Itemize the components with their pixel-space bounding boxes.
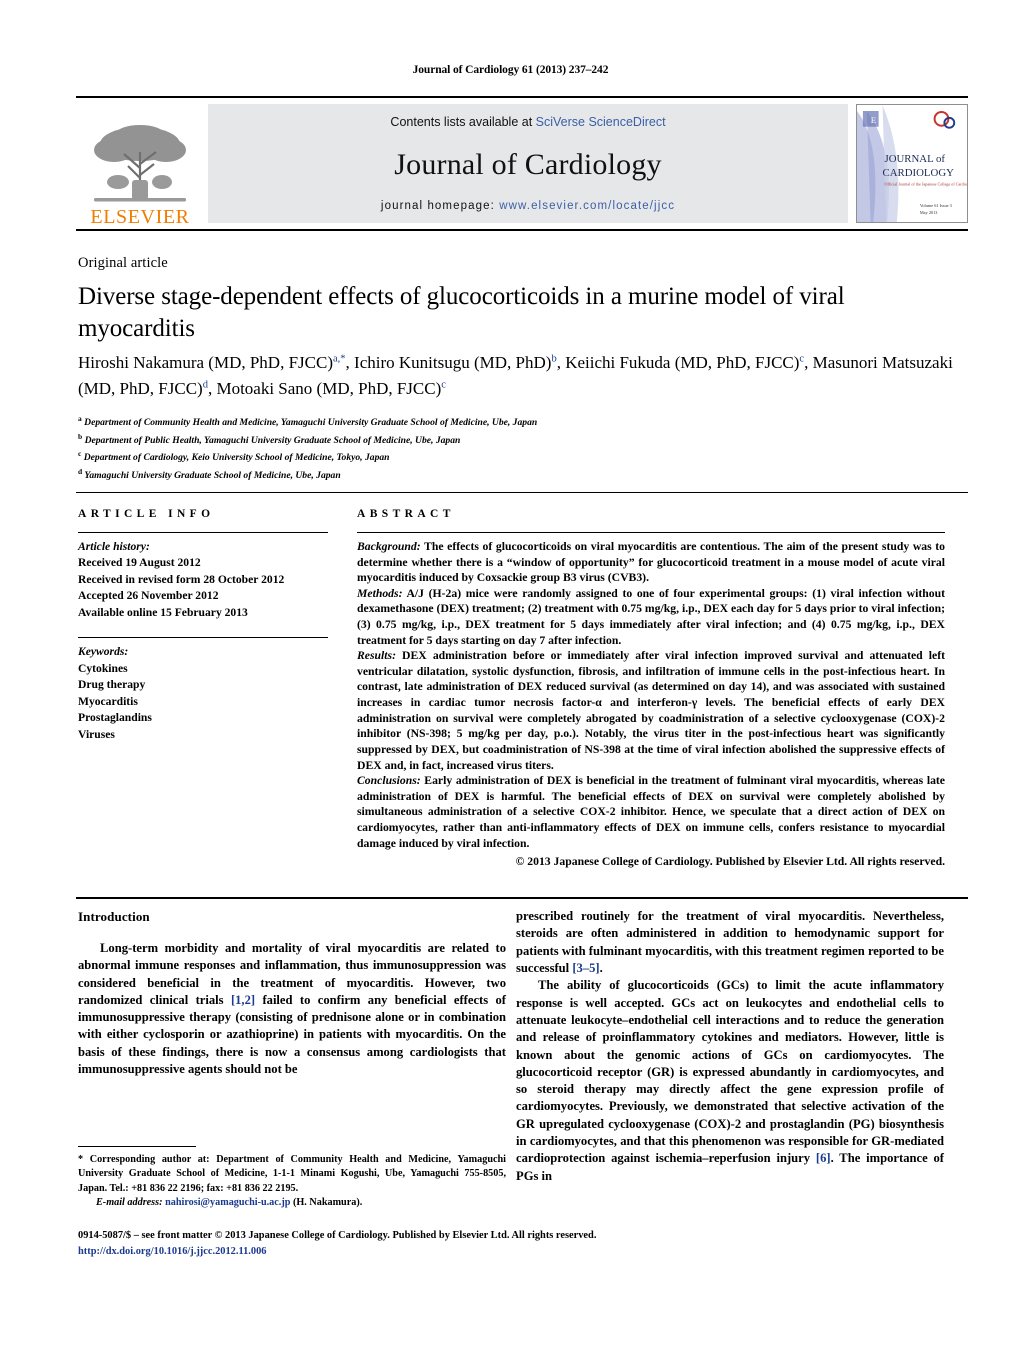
abstract-section: Background: The effects of glucocorticoi… [357, 539, 945, 586]
body-column-left: Introduction Long-term morbidity and mor… [78, 908, 506, 1078]
affiliation-marker: d [78, 467, 83, 477]
body-paragraph: Long-term morbidity and mortality of vir… [78, 940, 507, 1077]
journal-title: Journal of Cardiology [394, 147, 662, 181]
body-paragraph: The ability of glucocorticoids (GCs) to … [516, 978, 944, 1183]
keywords-block: Keywords: Cytokines Drug therapy Myocard… [78, 644, 328, 743]
keyword-item: Cytokines [78, 661, 128, 675]
abstract-section: Results: DEX administration before or im… [357, 648, 945, 773]
affiliation-item: c Department of Cardiology, Keio Univers… [78, 448, 958, 466]
abstract-section-label: Methods: [357, 586, 403, 600]
email-line: E-mail address: nahirosi@yamaguchi-u.ac.… [78, 1196, 506, 1210]
abstract-heading: ABSTRACT [357, 508, 455, 520]
svg-text:E: E [871, 115, 876, 125]
abstract-section-text: A/J (H-2a) mice were randomly assigned t… [357, 586, 945, 647]
homepage-prefix: journal homepage: [380, 200, 500, 212]
info-band-bottom-rule [76, 897, 968, 899]
abstract-copyright: © 2013 Japanese College of Cardiology. P… [515, 855, 945, 869]
affiliation-marker: c [78, 449, 82, 459]
article-history-block: Article history: Received 19 August 2012… [78, 539, 328, 621]
article-info-heading: ARTICLE INFO [78, 508, 215, 520]
history-item: Available online 15 February 2013 [78, 605, 248, 619]
cover-artwork: E JOURNAL of CARDIOLOGY Official Journal… [857, 105, 968, 222]
footnote-rule [78, 1146, 196, 1147]
affiliation-text: Department of Cardiology, Keio Universit… [83, 452, 390, 464]
doi-link[interactable]: http://dx.doi.org/10.1016/j.jjcc.2012.11… [78, 1244, 958, 1260]
history-item: Received in revised form 28 October 2012 [78, 572, 285, 586]
svg-text:Volume 61 Issue 3: Volume 61 Issue 3 [920, 203, 952, 208]
affiliation-item: d Yamaguchi University Graduate School o… [78, 466, 958, 484]
author-list: Hiroshi Nakamura (MD, PhD, FJCC)a,*, Ich… [78, 353, 953, 398]
affiliation-item: b Department of Public Health, Yamaguchi… [78, 431, 958, 449]
elsevier-tree-icon [94, 125, 186, 202]
abstract-section-text: DEX administration before or immediately… [357, 649, 945, 772]
abstract-rule [357, 532, 945, 533]
keyword-item: Myocarditis [78, 694, 138, 708]
abstract-column: ABSTRACT Background: The effects of gluc… [357, 508, 945, 870]
journal-cover-thumbnail: E JOURNAL of CARDIOLOGY Official Journal… [856, 104, 968, 223]
masthead-center: Contents lists available at SciVerse Sci… [208, 104, 848, 223]
keyword-item: Drug therapy [78, 678, 146, 692]
journal-masthead: ELSEVIER Contents lists available at Sci… [76, 96, 968, 231]
article-info-column: ARTICLE INFO Article history: Received 1… [78, 508, 328, 743]
body-column-right: prescribed routinely for the treatment o… [516, 908, 944, 1185]
affiliation-item: a Department of Community Health and Med… [78, 413, 958, 431]
email-link[interactable]: nahirosi@yamaguchi-u.ac.jp [165, 1197, 290, 1208]
keywords-label: Keywords: [78, 645, 129, 659]
affiliation-text: Department of Public Health, Yamaguchi U… [84, 434, 461, 446]
section-heading-introduction: Introduction [78, 909, 150, 924]
abstract-section-text: Early administration of DEX is beneficia… [357, 774, 945, 850]
svg-text:Official Journal of the Japane: Official Journal of the Japanese College… [885, 182, 968, 187]
affiliation-marker: a [78, 414, 82, 423]
svg-text:JOURNAL of: JOURNAL of [885, 153, 946, 165]
imprint-line: 0914-5087/$ – see front matter © 2013 Ja… [78, 1230, 597, 1241]
contents-prefix: Contents lists available at [390, 115, 536, 129]
homepage-url-link[interactable]: www.elsevier.com/locate/jjcc [499, 200, 675, 212]
corresponding-author-footnote: * Corresponding author at: Department of… [78, 1146, 506, 1211]
page-title: Diverse stage-dependent effects of gluco… [78, 283, 845, 342]
abstract-section-label: Background: [357, 540, 421, 553]
email-suffix: (H. Nakamura). [290, 1197, 363, 1209]
history-item: Accepted 26 November 2012 [78, 589, 219, 603]
sciencedirect-link[interactable]: SciVerse ScienceDirect [536, 115, 666, 129]
article-history-label: Article history: [78, 540, 150, 553]
body-paragraph: prescribed routinely for the treatment o… [516, 909, 944, 975]
abstract-section-text: The effects of glucocorticoids on viral … [357, 540, 945, 585]
journal-homepage-line: journal homepage: www.elsevier.com/locat… [381, 200, 675, 212]
abstract-body: Background: The effects of glucocorticoi… [357, 539, 945, 870]
info-band-top-rule [76, 492, 968, 493]
svg-text:May 2013: May 2013 [920, 210, 938, 215]
abstract-section: Conclusions: Early administration of DEX… [357, 773, 945, 851]
keyword-item: Viruses [78, 727, 115, 741]
svg-text:CARDIOLOGY: CARDIOLOGY [883, 167, 955, 179]
keywords-rule [78, 637, 328, 639]
affiliation-text: Yamaguchi University Graduate School of … [84, 470, 341, 482]
paper-page: Journal of Cardiology 61 (2013) 237–242 [0, 0, 1021, 1351]
elsevier-wordmark: ELSEVIER [90, 206, 190, 228]
affiliation-text: Department of Community Health and Medic… [84, 417, 538, 429]
article-type-label: Original article [78, 255, 168, 271]
article-info-rule [78, 532, 328, 533]
affiliation-marker: b [78, 431, 83, 441]
corresponding-author-text: * Corresponding author at: Department of… [78, 1154, 506, 1194]
elsevier-logo: ELSEVIER [76, 98, 204, 229]
history-item: Received 19 August 2012 [78, 556, 201, 570]
abstract-section-label: Results: [357, 649, 396, 663]
abstract-section-label: Conclusions: [357, 774, 421, 788]
email-label: E-mail address: [96, 1197, 163, 1209]
affiliation-list: a Department of Community Health and Med… [78, 413, 958, 484]
contents-lists-line: Contents lists available at SciVerse Sci… [390, 115, 665, 129]
keyword-item: Prostaglandins [78, 711, 152, 725]
running-head: Journal of Cardiology 61 (2013) 237–242 [412, 64, 609, 76]
imprint-block: 0914-5087/$ – see front matter © 2013 Ja… [78, 1228, 958, 1259]
abstract-section: Methods: A/J (H-2a) mice were randomly a… [357, 586, 945, 648]
